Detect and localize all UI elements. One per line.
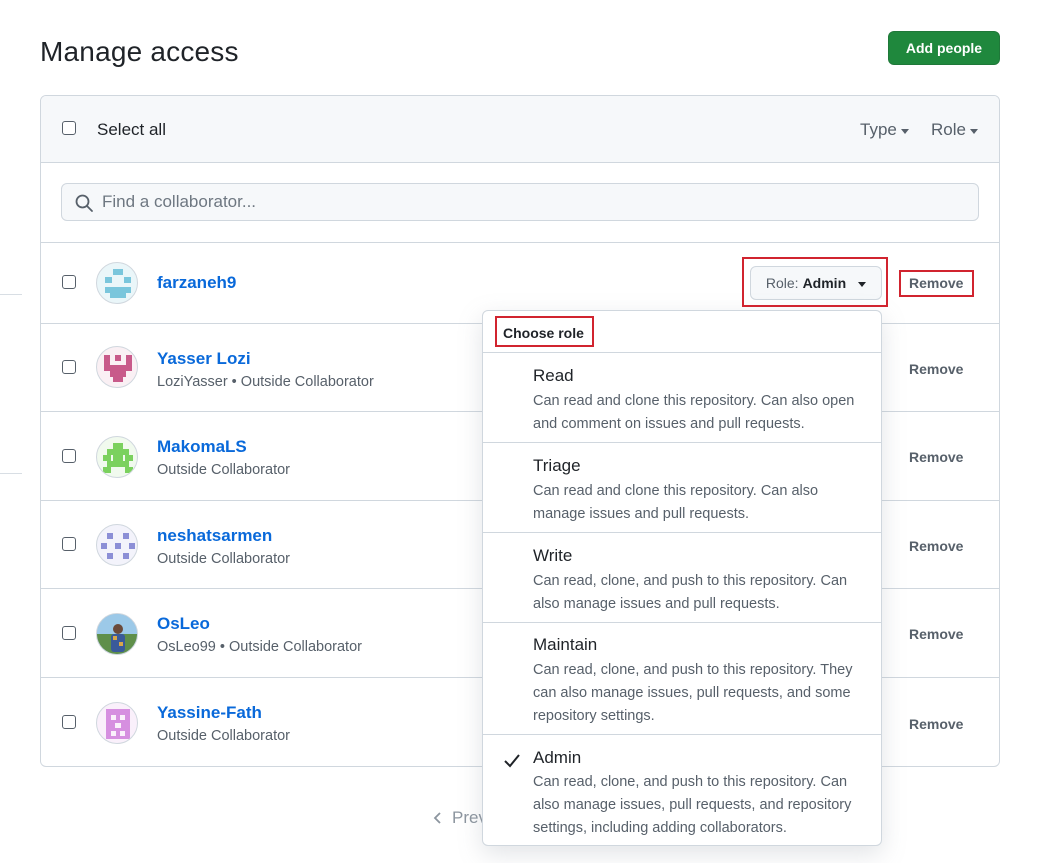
remove-button[interactable]: Remove: [909, 449, 963, 465]
check-icon: [504, 754, 520, 768]
row-checkbox[interactable]: [62, 626, 76, 640]
chevron-left-icon: [433, 812, 441, 824]
role-option-description: Can read, clone, and push to this reposi…: [533, 573, 848, 612]
chevron-down-icon: [858, 281, 867, 287]
role-option-maintain[interactable]: Maintain Can read, clone, and push to th…: [483, 622, 881, 734]
role-value-label: Admin: [802, 275, 847, 291]
collaborator-name[interactable]: farzaneh9: [157, 273, 236, 293]
page-title: Manage access: [40, 36, 239, 67]
collaborator-subtitle: LoziYasser • Outside Collaborator: [157, 374, 374, 390]
chevron-down-icon: [900, 128, 909, 134]
remove-button[interactable]: Remove: [909, 626, 963, 642]
add-people-button[interactable]: Add people: [888, 31, 1000, 65]
role-option-description: Can read and clone this repository. Can …: [533, 393, 855, 432]
row-checkbox[interactable]: [62, 449, 76, 463]
role-option-name: Maintain: [533, 635, 598, 654]
role-dropdown-menu: Choose role Read Can read and clone this…: [482, 310, 882, 846]
role-menu-title: Choose role: [503, 325, 584, 341]
role-option-read[interactable]: Read Can read and clone this repository.…: [483, 352, 881, 442]
collaborator-name[interactable]: neshatsarmen: [157, 526, 272, 546]
role-prefix-label: Role:: [765, 275, 799, 291]
role-option-description: Can read, clone, and push to this reposi…: [533, 774, 852, 836]
row-checkbox[interactable]: [62, 715, 76, 729]
remove-button[interactable]: Remove: [909, 361, 963, 377]
type-filter-label: Type: [860, 120, 897, 139]
avatar: [96, 702, 138, 744]
remove-button[interactable]: Remove: [909, 275, 963, 291]
avatar: [96, 613, 138, 655]
row-checkbox[interactable]: [62, 537, 76, 551]
avatar: [96, 346, 138, 388]
role-select-button[interactable]: Role: Admin: [750, 266, 882, 300]
collaborator-subtitle: Outside Collaborator: [157, 462, 290, 478]
remove-button[interactable]: Remove: [909, 716, 963, 732]
select-all-checkbox[interactable]: [62, 121, 76, 135]
remove-button[interactable]: Remove: [909, 538, 963, 554]
collaborator-name[interactable]: Yasser Lozi: [157, 349, 251, 369]
role-option-admin[interactable]: Admin Can read, clone, and push to this …: [483, 734, 881, 845]
role-filter-label: Role: [931, 120, 966, 139]
avatar: [96, 436, 138, 478]
role-option-name: Admin: [533, 748, 582, 767]
select-all-label: Select all: [97, 120, 166, 139]
role-option-description: Can read and clone this repository. Can …: [533, 483, 819, 522]
role-option-write[interactable]: Write Can read, clone, and push to this …: [483, 532, 881, 622]
search-input[interactable]: [102, 184, 962, 220]
row-checkbox[interactable]: [62, 275, 76, 289]
role-option-name: Read: [533, 366, 574, 385]
pagination: Prev: [432, 808, 487, 828]
avatar: [96, 262, 138, 304]
collaborator-name[interactable]: Yassine-Fath: [157, 703, 262, 723]
collaborator-subtitle: Outside Collaborator: [157, 551, 290, 567]
collaborator-subtitle: OsLeo99 • Outside Collaborator: [157, 639, 362, 655]
search-icon: [75, 194, 93, 212]
role-option-description: Can read, clone, and push to this reposi…: [533, 662, 853, 724]
type-filter-menu[interactable]: Type: [860, 120, 909, 140]
panel-header: Select all Type Role: [41, 96, 999, 163]
avatar: [96, 524, 138, 566]
chevron-down-icon: [969, 128, 978, 134]
divider: [0, 294, 22, 295]
search-field[interactable]: [61, 183, 979, 221]
row-checkbox[interactable]: [62, 360, 76, 374]
collaborator-name[interactable]: OsLeo: [157, 614, 210, 634]
collaborator-subtitle: Outside Collaborator: [157, 728, 290, 744]
role-option-triage[interactable]: Triage Can read and clone this repositor…: [483, 442, 881, 532]
role-filter-menu[interactable]: Role: [931, 120, 978, 140]
divider: [0, 473, 22, 474]
role-option-name: Write: [533, 546, 573, 565]
role-option-name: Triage: [533, 456, 581, 475]
collaborator-name[interactable]: MakomaLS: [157, 437, 247, 457]
